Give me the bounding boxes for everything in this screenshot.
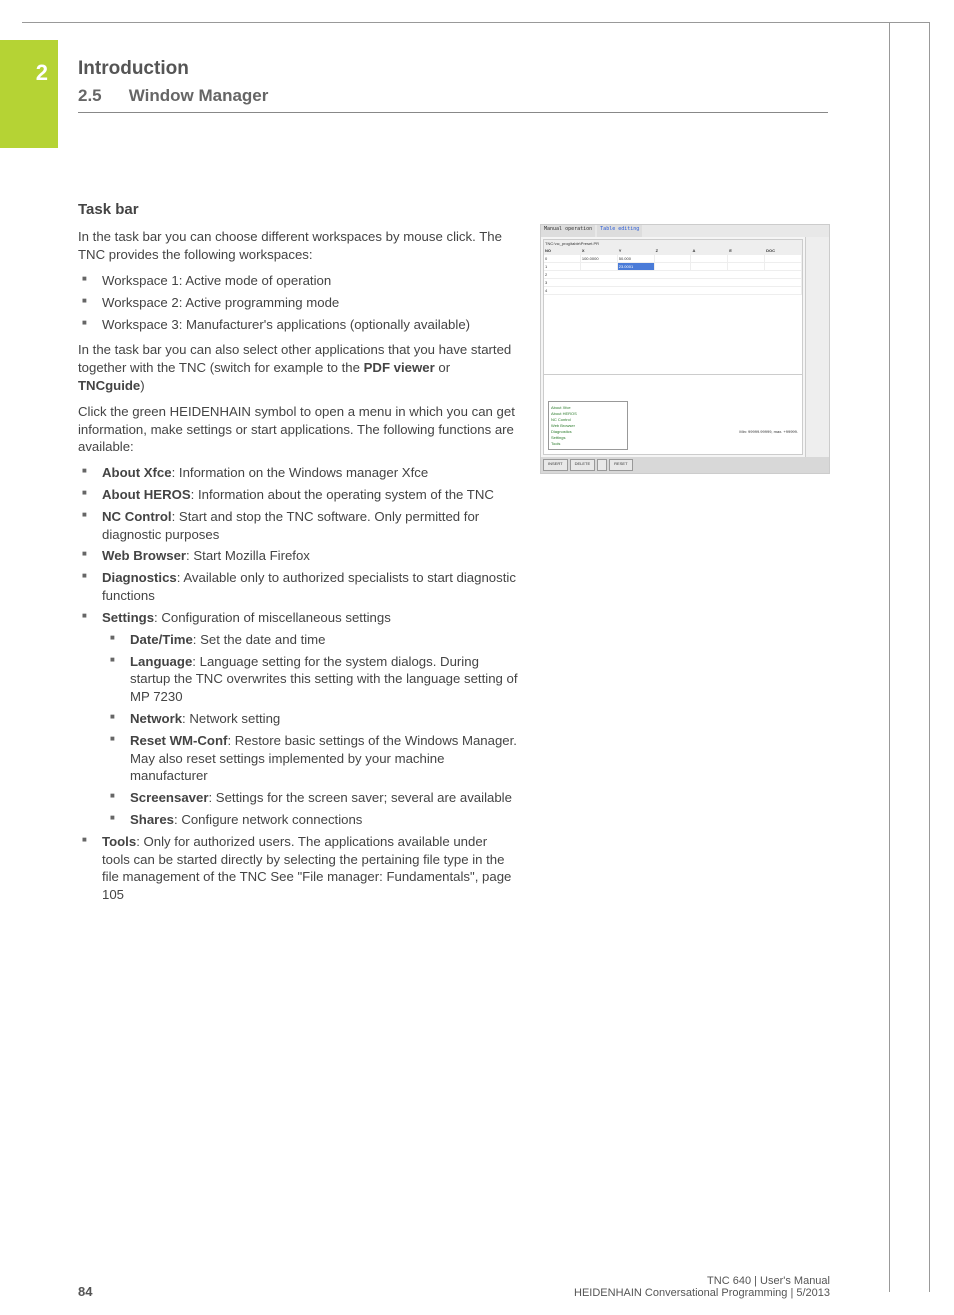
list-item: About Xfce: Information on the Windows m… [92, 464, 518, 482]
page-footer: 84 TNC 640 | User's Manual HEIDENHAIN Co… [78, 1275, 830, 1299]
margin-rule [889, 22, 890, 1292]
subsection-heading: Task bar [78, 200, 518, 220]
list-item: Reset WM-Conf: Restore basic settings of… [120, 732, 518, 785]
list-item: Settings: Configuration of miscellaneous… [92, 609, 518, 829]
list-item: Language: Language setting for the syste… [120, 653, 518, 706]
list-item: Date/Time: Set the date and time [120, 631, 518, 649]
status-text: Min: 99999.99999, max. +99999. [739, 429, 798, 434]
file-path: TNC:\nc_prog\table\Preset.PR [544, 240, 802, 247]
chapter-tab: 2 [0, 40, 58, 148]
heidenhain-menu: About XfceAbout HEROSNC ControlWeb Brows… [548, 401, 628, 450]
screenshot-figure: Manual operation Table editing TNC:\nc_p… [540, 224, 830, 474]
chapter-title: Introduction [78, 58, 828, 80]
page-number: 84 [78, 1284, 92, 1299]
section-heading: 2.5 Window Manager [78, 86, 828, 106]
menu-list: About Xfce: Information on the Windows m… [78, 464, 518, 904]
list-item: Screensaver: Settings for the screen sav… [120, 789, 518, 807]
section-number: 2.5 [78, 86, 124, 106]
footer-line: HEIDENHAIN Conversational Programming | … [574, 1287, 830, 1299]
list-item: Tools: Only for authorized users. The ap… [92, 833, 518, 904]
chapter-number: 2 [36, 60, 48, 85]
paragraph: In the task bar you can also select othe… [78, 341, 518, 394]
list-item: About HEROS: Information about the opera… [92, 486, 518, 504]
list-item: NC Control: Start and stop the TNC softw… [92, 508, 518, 544]
list-item: Workspace 2: Active programming mode [92, 294, 518, 312]
list-item: Diagnostics: Available only to authorize… [92, 569, 518, 605]
list-item: Shares: Configure network connections [120, 811, 518, 829]
page-header: Introduction 2.5 Window Manager [78, 58, 828, 113]
list-item: Network: Network setting [120, 710, 518, 728]
paragraph: In the task bar you can choose different… [78, 228, 518, 264]
body-content: Task bar In the task bar you can choose … [78, 200, 518, 912]
workspace-list: Workspace 1: Active mode of operation Wor… [78, 272, 518, 333]
mode-label: Manual operation [541, 225, 595, 237]
mode-label: Table editing [597, 225, 642, 237]
section-title: Window Manager [129, 86, 269, 105]
paragraph: Click the green HEIDENHAIN symbol to ope… [78, 403, 518, 456]
list-item: Workspace 1: Active mode of operation [92, 272, 518, 290]
list-item: Workspace 3: Manufacturer's applications… [92, 316, 518, 334]
footer-line: TNC 640 | User's Manual [574, 1275, 830, 1287]
list-item: Web Browser: Start Mozilla Firefox [92, 547, 518, 565]
